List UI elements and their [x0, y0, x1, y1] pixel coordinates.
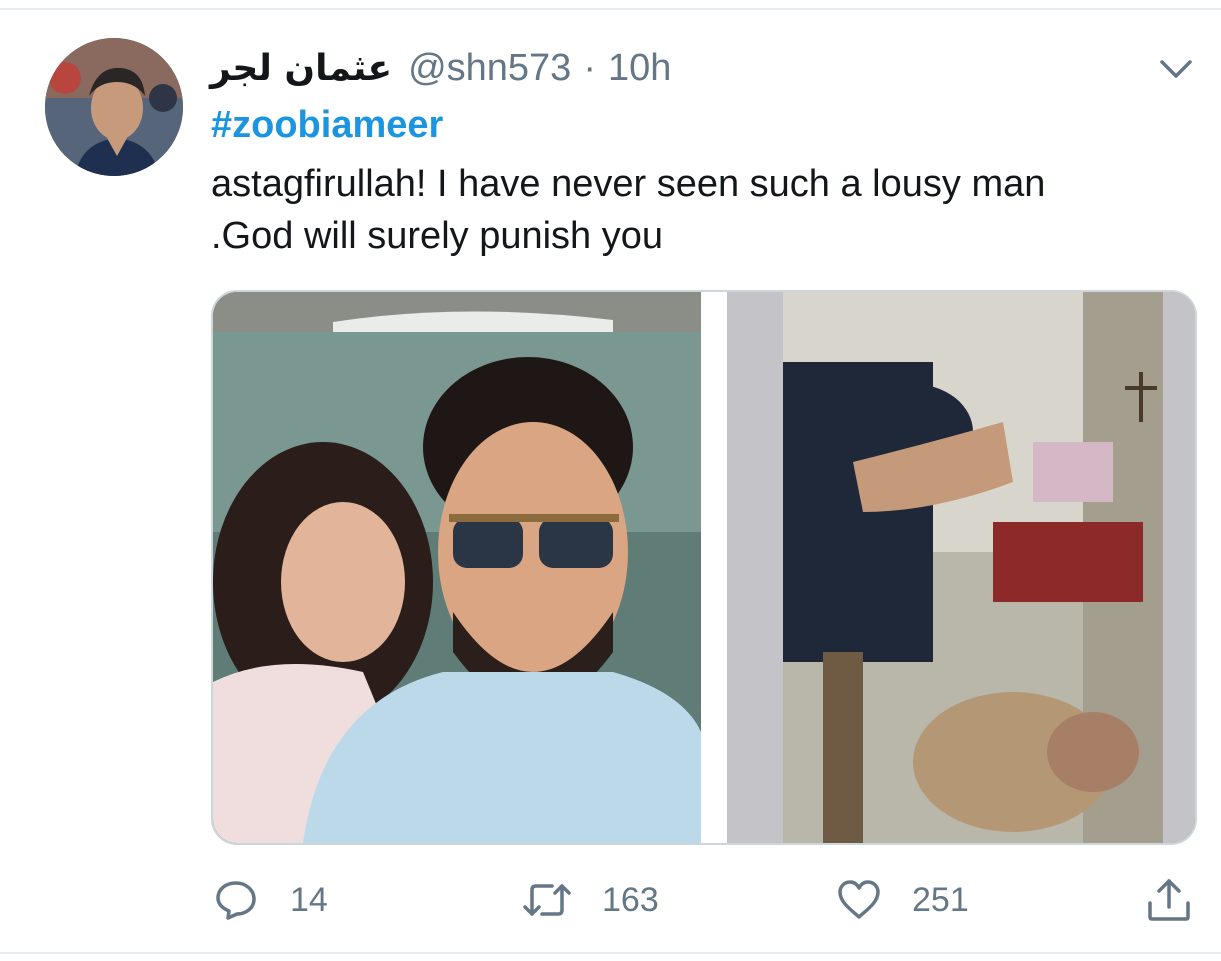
- tweet-timestamp[interactable]: 10h: [608, 47, 671, 90]
- action-bar: 14 163 251: [0, 870, 1221, 930]
- tweet-header: عثمان لجر @shn573 · 10h: [210, 40, 671, 96]
- reply-count: 14: [290, 880, 328, 919]
- media-collage-image: [213, 292, 1195, 843]
- reply-icon: [216, 881, 256, 920]
- chevron-down-icon[interactable]: [1158, 54, 1194, 82]
- tweet-media[interactable]: [211, 290, 1197, 845]
- heart-icon: [838, 880, 880, 919]
- retweet-count: 163: [602, 880, 659, 919]
- tweet-text-line: astagfirullah! I have never seen such a …: [211, 163, 1046, 205]
- retweet-icon: [523, 884, 571, 916]
- tweet-text-line: .God will surely punish you: [211, 215, 663, 257]
- display-name[interactable]: عثمان لجر: [210, 48, 392, 89]
- like-count: 251: [912, 880, 969, 919]
- reply-button[interactable]: 14: [214, 870, 328, 930]
- share-icon: [1148, 879, 1190, 921]
- hashtag-link[interactable]: #zoobiameer: [211, 104, 443, 147]
- divider: [0, 8, 1221, 10]
- like-button[interactable]: 251: [836, 870, 969, 930]
- avatar-image: [45, 38, 183, 176]
- divider: [0, 952, 1221, 954]
- user-handle[interactable]: @shn573: [408, 47, 571, 90]
- tweet-text: astagfirullah! I have never seen such a …: [211, 158, 1191, 262]
- avatar[interactable]: [45, 38, 183, 176]
- retweet-button[interactable]: 163: [522, 870, 659, 930]
- separator-dot: ·: [583, 46, 596, 89]
- share-button[interactable]: [1146, 870, 1192, 930]
- tweet-card[interactable]: عثمان لجر @shn573 · 10h #zoobiameer asta…: [0, 0, 1221, 961]
